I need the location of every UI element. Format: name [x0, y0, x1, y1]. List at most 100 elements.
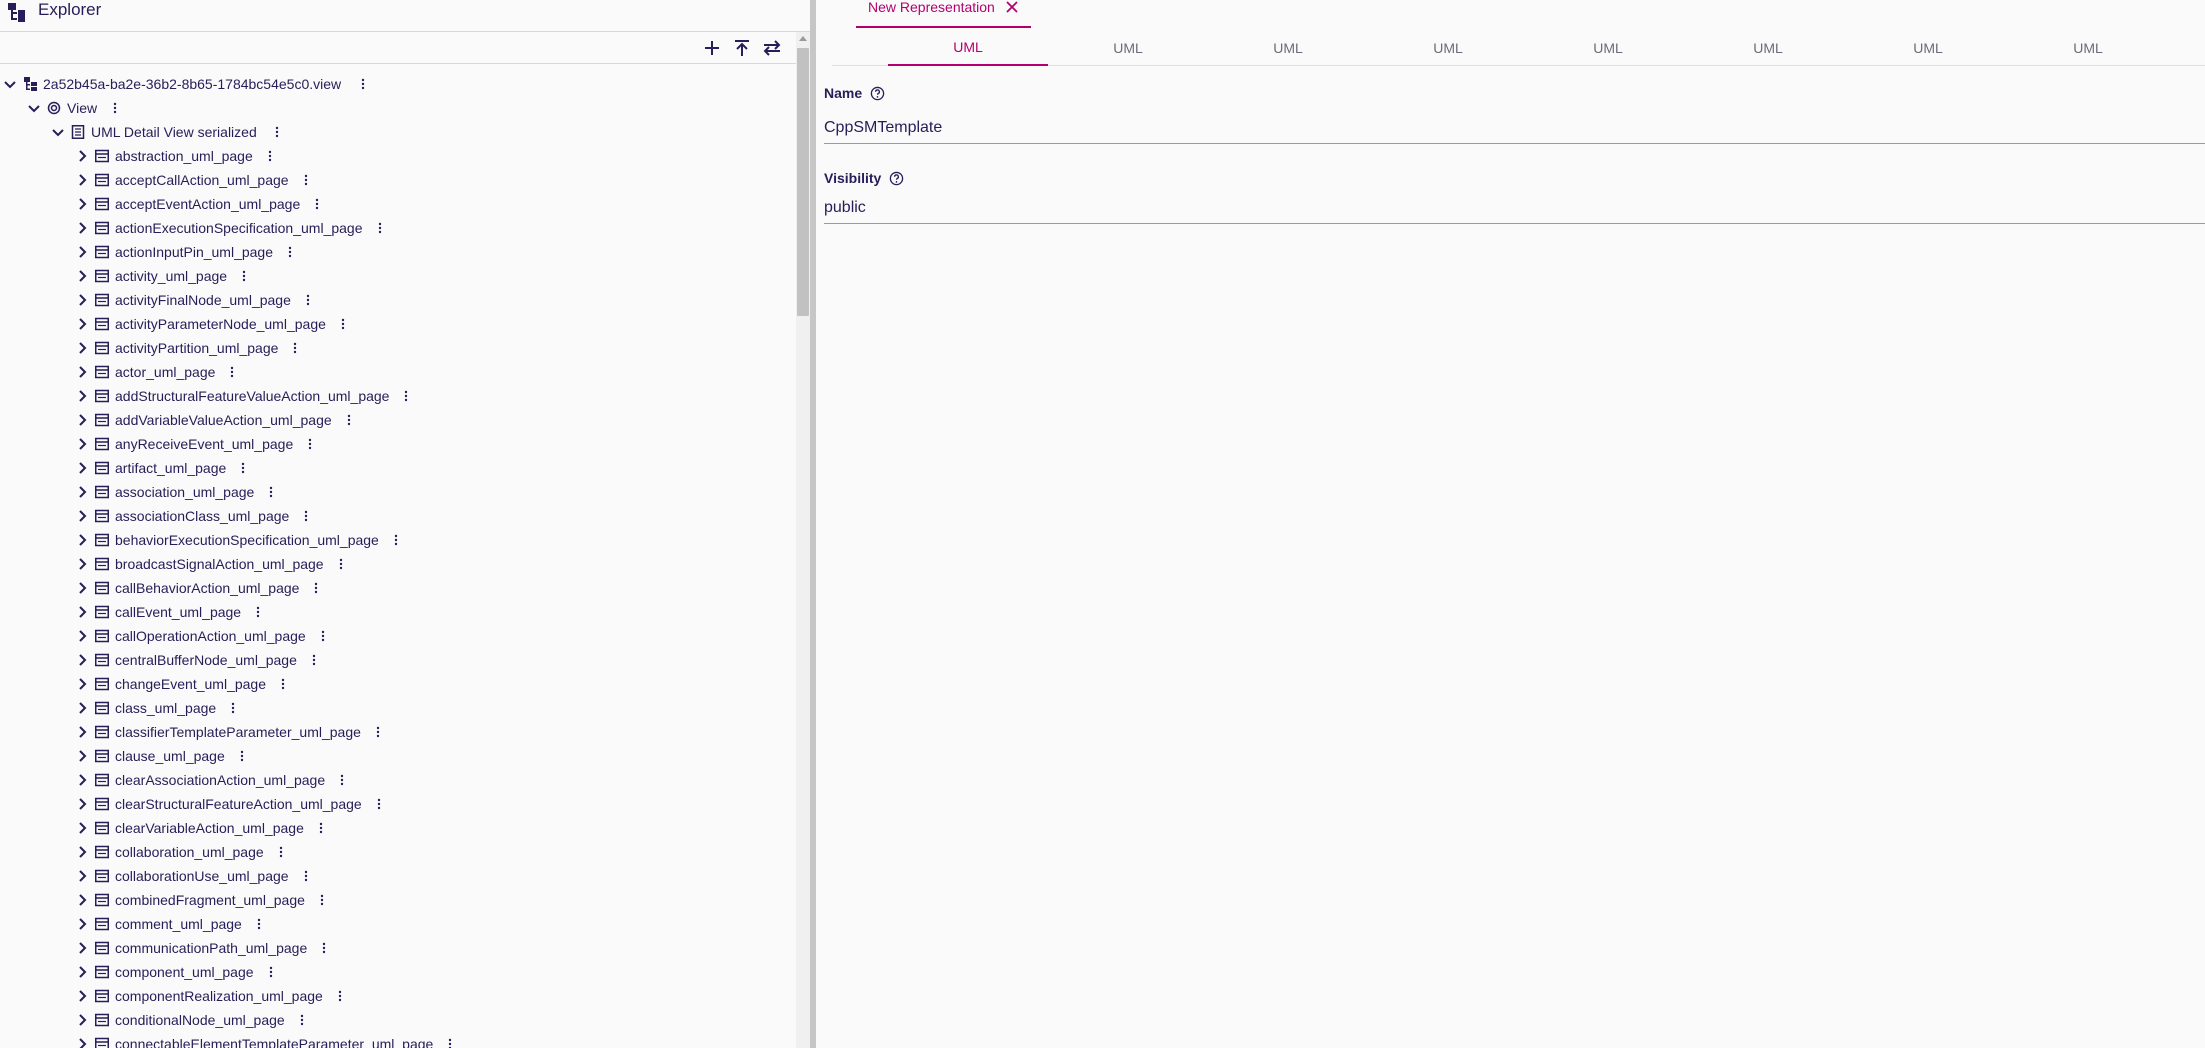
tree-item-page[interactable]: association_uml_page: [0, 480, 500, 504]
help-icon[interactable]: [870, 86, 885, 101]
more-vertical-icon[interactable]: [376, 797, 382, 811]
tree-item-view[interactable]: View: [0, 96, 400, 120]
more-vertical-icon[interactable]: [393, 533, 399, 547]
tree-item-page[interactable]: activityParameterNode_uml_page: [0, 312, 500, 336]
tab-uml[interactable]: UML: [1368, 30, 1528, 66]
more-vertical-icon[interactable]: [360, 77, 366, 91]
tab-uml[interactable]: UML: [888, 30, 1048, 66]
tree-item-page[interactable]: broadcastSignalAction_uml_page: [0, 552, 500, 576]
tree-item-page[interactable]: actionExecutionSpecification_uml_page: [0, 216, 500, 240]
more-vertical-icon[interactable]: [299, 1013, 305, 1027]
chevron-right-icon[interactable]: [75, 869, 89, 883]
more-vertical-icon[interactable]: [268, 965, 274, 979]
scroll-up-arrow-icon[interactable]: [799, 36, 807, 41]
tree-item-page[interactable]: anyReceiveEvent_uml_page: [0, 432, 500, 456]
tree-item-page[interactable]: changeEvent_uml_page: [0, 672, 500, 696]
chevron-right-icon[interactable]: [75, 389, 89, 403]
upload-document-button[interactable]: [730, 36, 754, 60]
more-vertical-icon[interactable]: [447, 1037, 453, 1048]
tree-item-page[interactable]: centralBufferNode_uml_page: [0, 648, 500, 672]
more-vertical-icon[interactable]: [311, 653, 317, 667]
tree-item-page[interactable]: combinedFragment_uml_page: [0, 888, 500, 912]
help-icon[interactable]: [889, 171, 904, 186]
more-vertical-icon[interactable]: [375, 725, 381, 739]
tree-item-page[interactable]: acceptEventAction_uml_page: [0, 192, 500, 216]
more-vertical-icon[interactable]: [403, 389, 409, 403]
tree-item-root[interactable]: 2a52b45a-ba2e-36b2-8b65-1784bc54e5c0.vie…: [0, 72, 400, 96]
chevron-right-icon[interactable]: [75, 269, 89, 283]
more-vertical-icon[interactable]: [280, 677, 286, 691]
chevron-right-icon[interactable]: [75, 965, 89, 979]
more-vertical-icon[interactable]: [256, 917, 262, 931]
name-input[interactable]: [824, 112, 2205, 144]
more-vertical-icon[interactable]: [278, 845, 284, 859]
chevron-right-icon[interactable]: [75, 605, 89, 619]
more-vertical-icon[interactable]: [303, 869, 309, 883]
more-vertical-icon[interactable]: [318, 821, 324, 835]
chevron-right-icon[interactable]: [75, 197, 89, 211]
tree-item-page[interactable]: communicationPath_uml_page: [0, 936, 500, 960]
more-vertical-icon[interactable]: [314, 197, 320, 211]
chevron-right-icon[interactable]: [75, 221, 89, 235]
more-vertical-icon[interactable]: [287, 245, 293, 259]
chevron-down-icon[interactable]: [51, 125, 65, 139]
chevron-right-icon[interactable]: [75, 509, 89, 523]
tree-item-page[interactable]: collaborationUse_uml_page: [0, 864, 500, 888]
more-vertical-icon[interactable]: [112, 101, 118, 115]
more-vertical-icon[interactable]: [268, 485, 274, 499]
tree-item-page[interactable]: behaviorExecutionSpecification_uml_page: [0, 528, 500, 552]
tab-uml[interactable]: UML: [1528, 30, 1688, 66]
chevron-right-icon[interactable]: [75, 941, 89, 955]
more-vertical-icon[interactable]: [267, 149, 273, 163]
tree-item-page[interactable]: component_uml_page: [0, 960, 500, 984]
tree-item-page[interactable]: activity_uml_page: [0, 264, 500, 288]
synchronize-button[interactable]: [760, 36, 784, 60]
more-vertical-icon[interactable]: [229, 365, 235, 379]
chevron-right-icon[interactable]: [75, 797, 89, 811]
chevron-right-icon[interactable]: [75, 581, 89, 595]
more-vertical-icon[interactable]: [255, 605, 261, 619]
chevron-right-icon[interactable]: [75, 629, 89, 643]
more-vertical-icon[interactable]: [377, 221, 383, 235]
chevron-right-icon[interactable]: [75, 821, 89, 835]
tree-item-page[interactable]: activityPartition_uml_page: [0, 336, 500, 360]
tab-uml[interactable]: UML: [1688, 30, 1848, 66]
more-vertical-icon[interactable]: [239, 749, 245, 763]
more-vertical-icon[interactable]: [339, 773, 345, 787]
more-vertical-icon[interactable]: [303, 173, 309, 187]
tree-item-page[interactable]: callBehaviorAction_uml_page: [0, 576, 500, 600]
chevron-right-icon[interactable]: [75, 749, 89, 763]
chevron-right-icon[interactable]: [75, 173, 89, 187]
chevron-right-icon[interactable]: [75, 773, 89, 787]
more-vertical-icon[interactable]: [346, 413, 352, 427]
tree-item-page[interactable]: connectableElementTemplateParameter_uml_…: [0, 1032, 500, 1048]
tab-uml[interactable]: UML: [1208, 30, 1368, 66]
chevron-down-icon[interactable]: [3, 77, 17, 91]
tree-item-page[interactable]: clearAssociationAction_uml_page: [0, 768, 500, 792]
more-vertical-icon[interactable]: [292, 341, 298, 355]
chevron-right-icon[interactable]: [75, 725, 89, 739]
chevron-right-icon[interactable]: [75, 1037, 89, 1048]
chevron-right-icon[interactable]: [75, 533, 89, 547]
more-vertical-icon[interactable]: [320, 629, 326, 643]
tab-new-representation[interactable]: New Representation: [856, 0, 1031, 28]
chevron-right-icon[interactable]: [75, 245, 89, 259]
chevron-right-icon[interactable]: [75, 461, 89, 475]
tab-uml[interactable]: UML: [1848, 30, 2008, 66]
chevron-right-icon[interactable]: [75, 557, 89, 571]
tree-item-page[interactable]: associationClass_uml_page: [0, 504, 500, 528]
tree-item-page[interactable]: collaboration_uml_page: [0, 840, 500, 864]
tree-item-page[interactable]: actionInputPin_uml_page: [0, 240, 500, 264]
more-vertical-icon[interactable]: [337, 989, 343, 1003]
tree-item-page[interactable]: comment_uml_page: [0, 912, 500, 936]
chevron-right-icon[interactable]: [75, 437, 89, 451]
chevron-right-icon[interactable]: [75, 413, 89, 427]
more-vertical-icon[interactable]: [338, 557, 344, 571]
tree-item-page[interactable]: classifierTemplateParameter_uml_page: [0, 720, 500, 744]
chevron-right-icon[interactable]: [75, 653, 89, 667]
chevron-right-icon[interactable]: [75, 677, 89, 691]
new-model-button[interactable]: [700, 36, 724, 60]
tab-uml[interactable]: UML: [2168, 30, 2205, 66]
tree-item-page[interactable]: callOperationAction_uml_page: [0, 624, 500, 648]
tab-uml[interactable]: UML: [1048, 30, 1208, 66]
